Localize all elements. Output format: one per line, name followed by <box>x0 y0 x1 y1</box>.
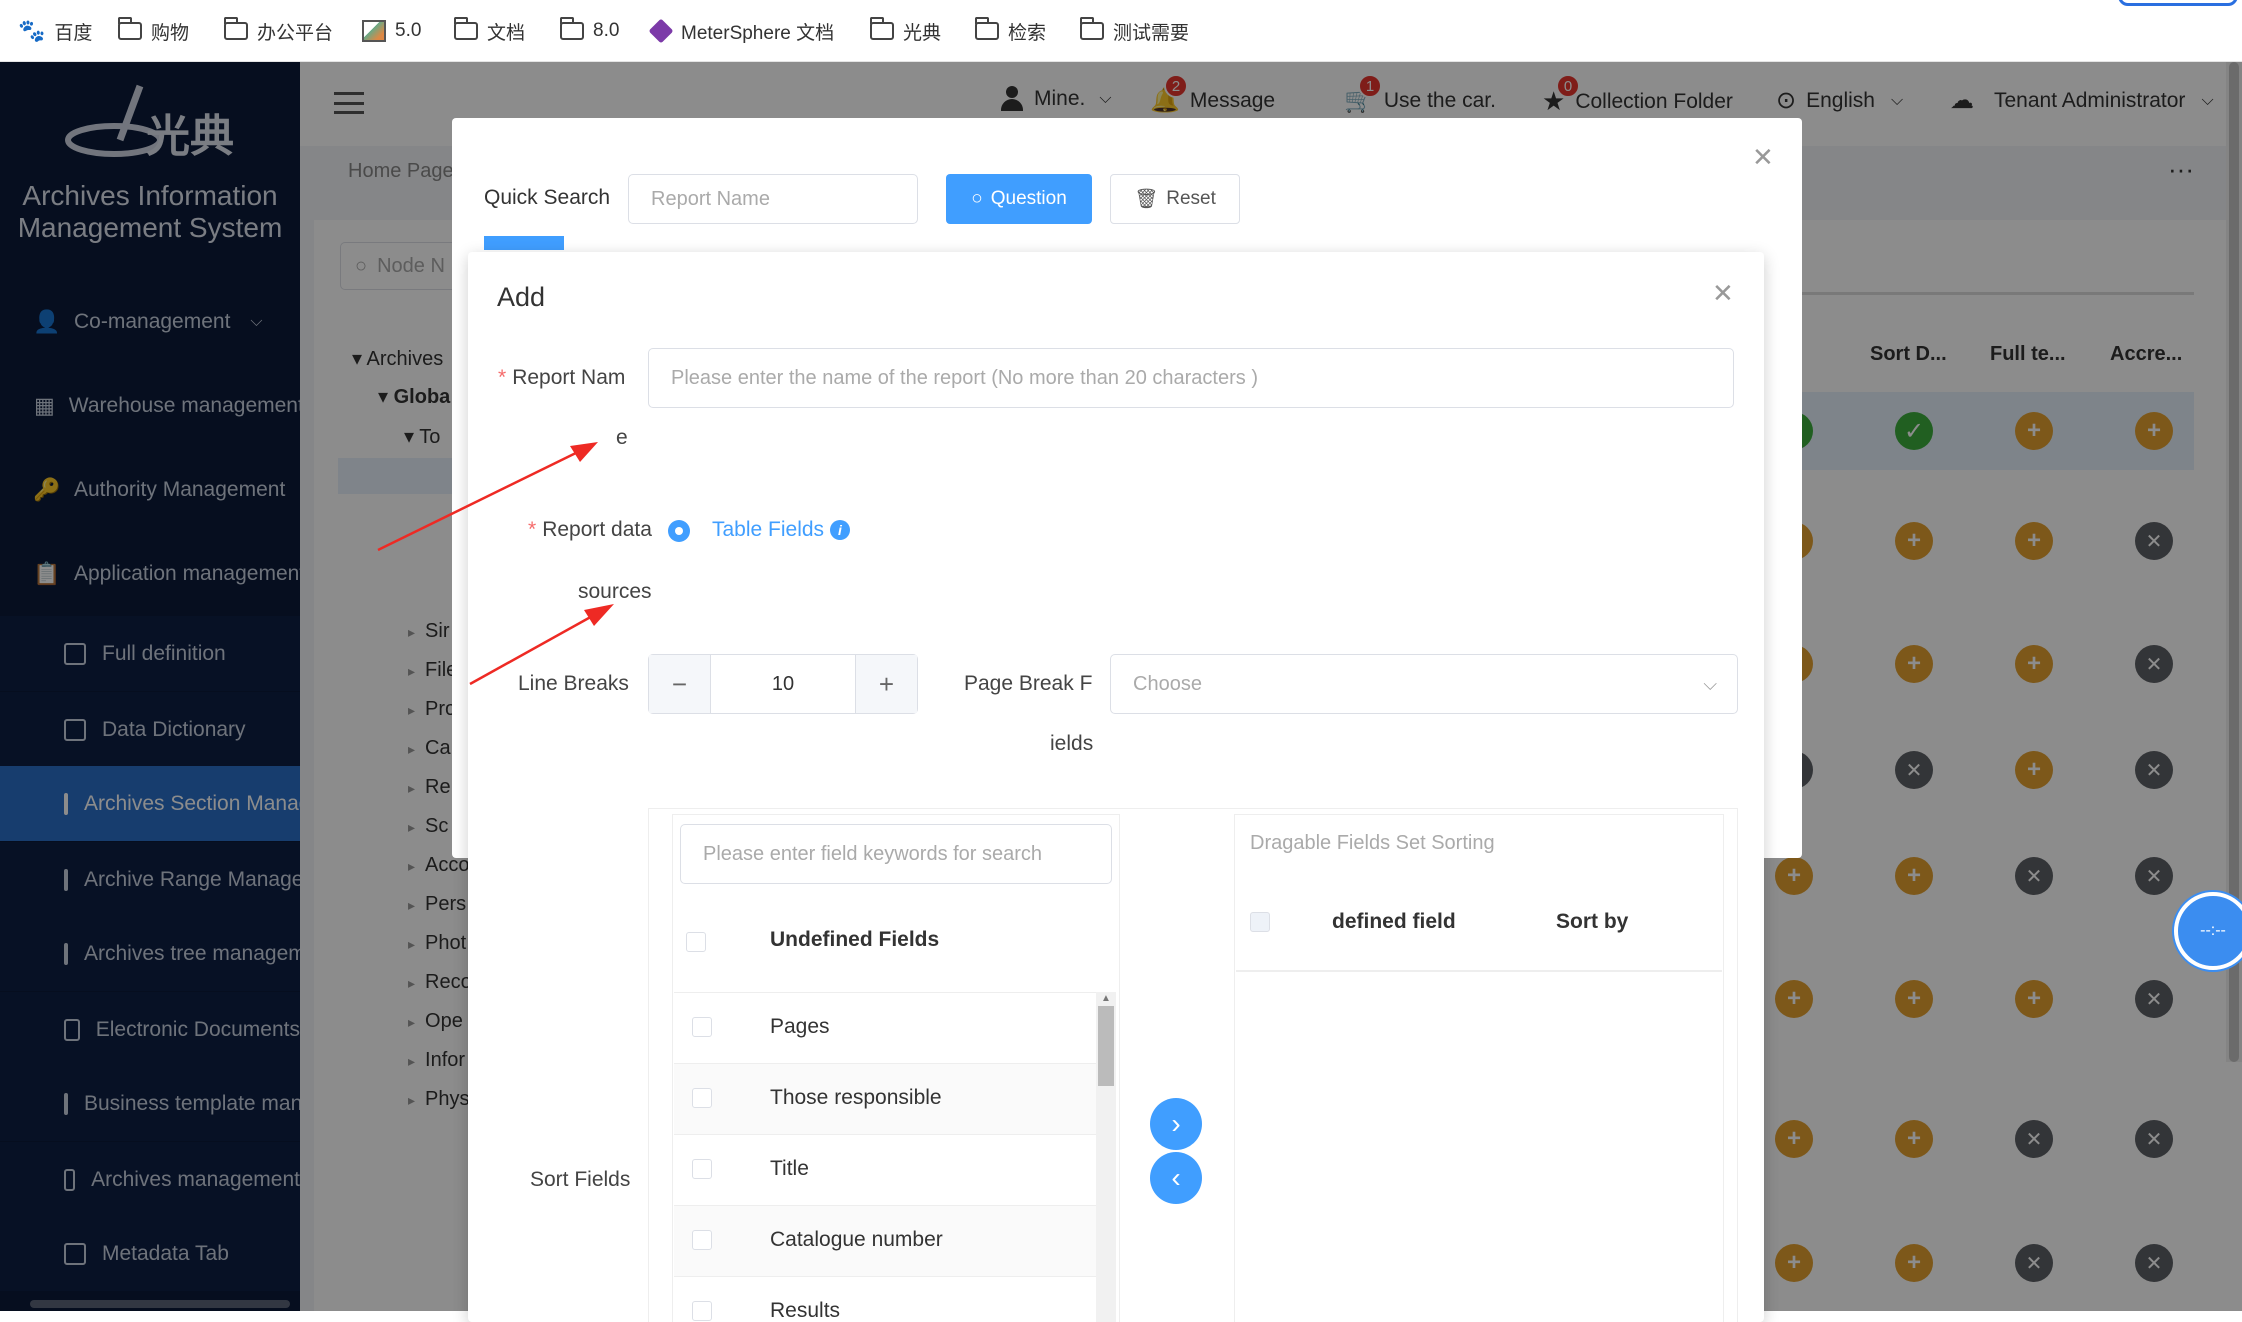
annotation-arrowhead <box>584 604 614 626</box>
annotation-arrow <box>377 448 583 552</box>
annotation-arrow <box>469 612 597 686</box>
annotation-arrows <box>377 442 614 686</box>
annotation-arrowhead <box>570 442 598 462</box>
